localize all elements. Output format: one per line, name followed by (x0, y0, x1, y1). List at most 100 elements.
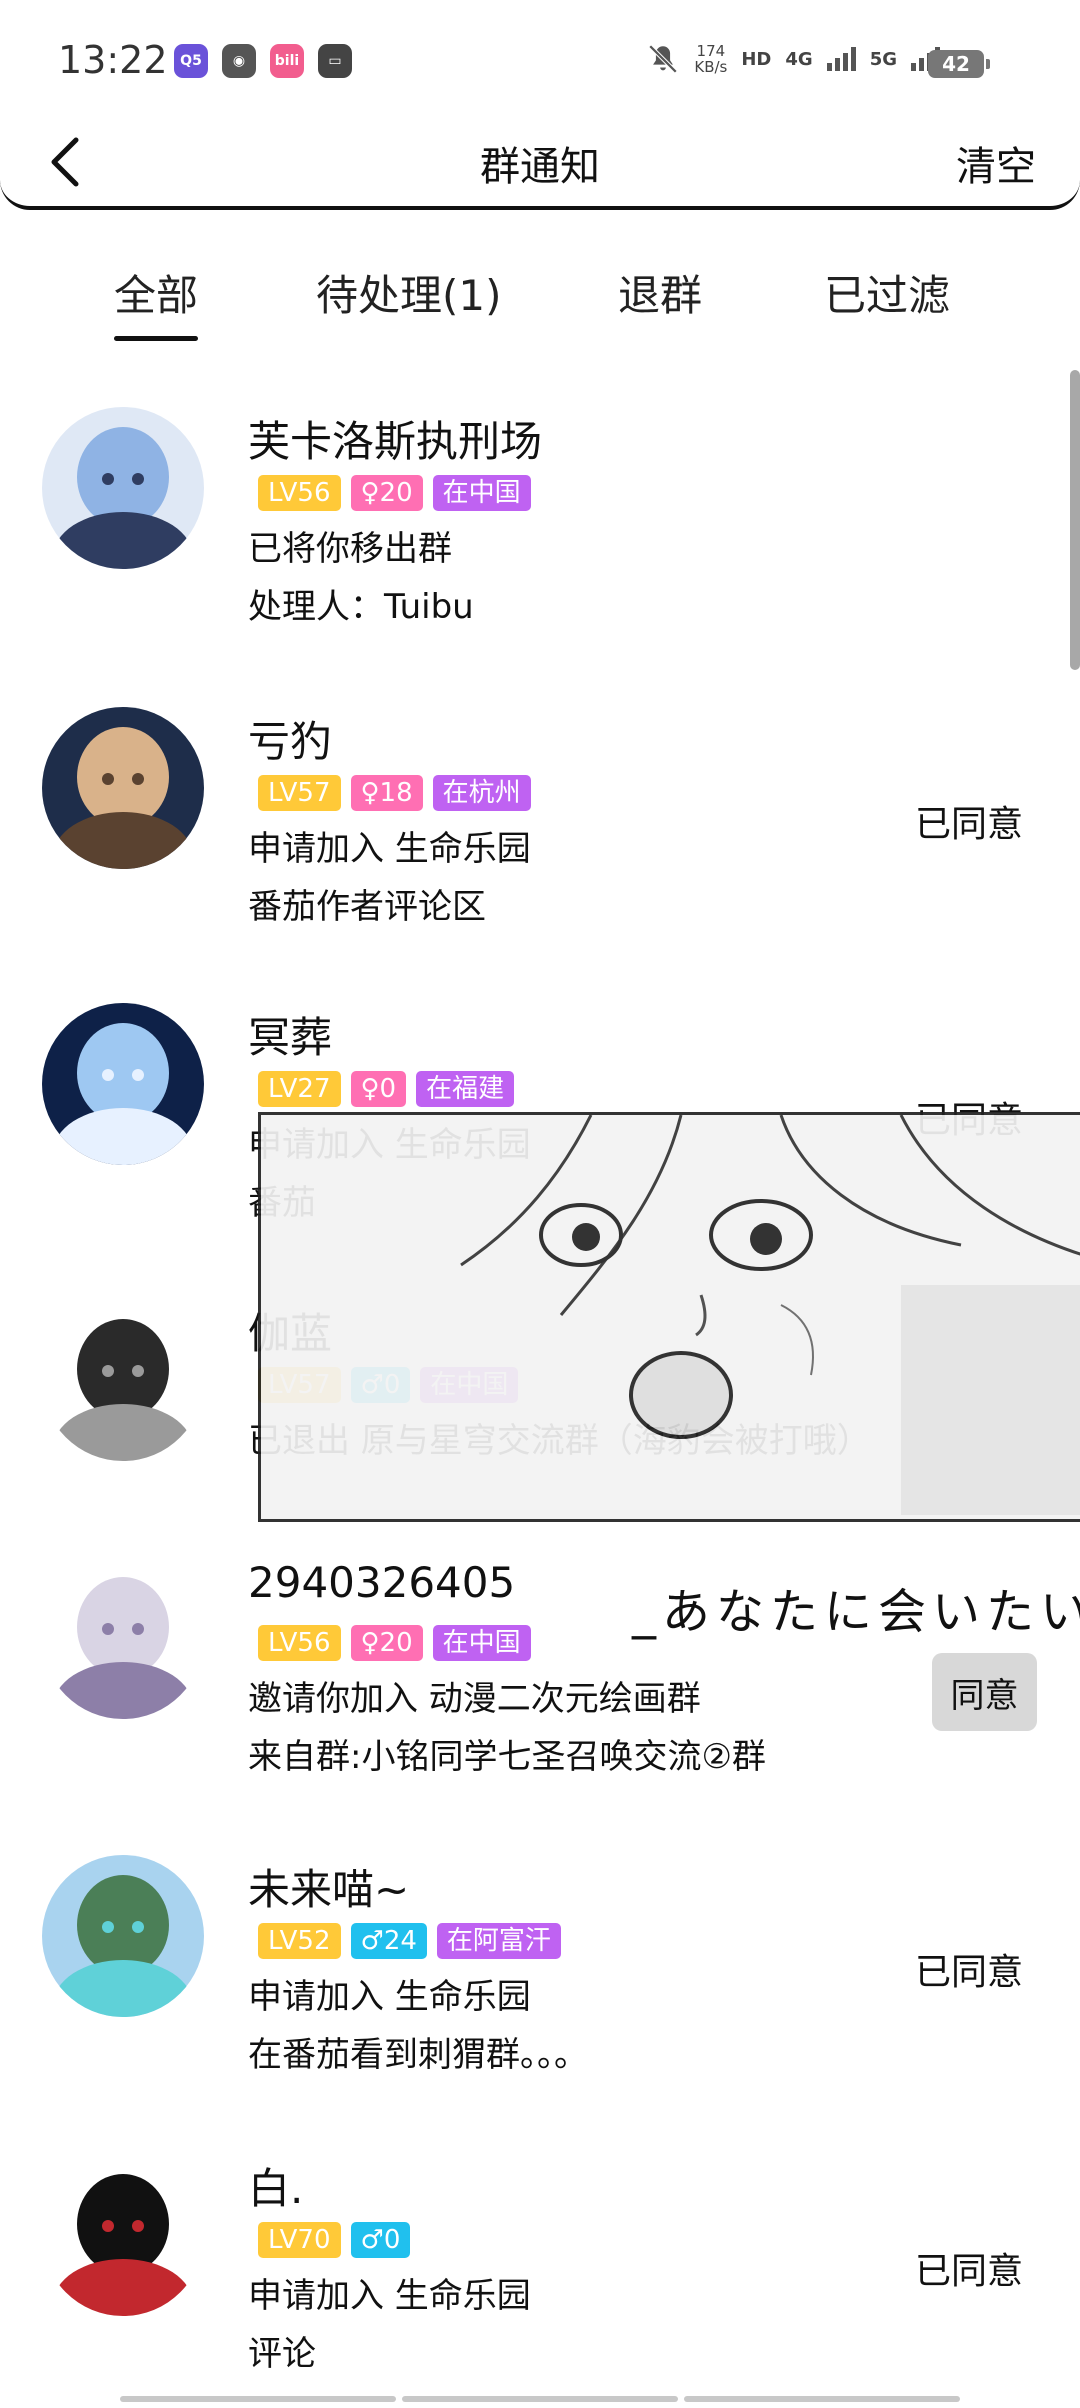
user-name[interactable]: 2940326405 (248, 1558, 515, 1607)
notification-detail: 评论 (248, 2334, 316, 2374)
avatar-image (42, 707, 204, 869)
level-badge: LV70 (258, 2222, 341, 2258)
tab-filtered[interactable]: 已过滤 (824, 262, 950, 323)
location-badge: 在中国 (432, 1625, 531, 1661)
level-badge: LV52 (258, 1923, 341, 1959)
user-tags: LV57 ♀18 在杭州 (258, 775, 531, 811)
status-time: 13:22 (58, 38, 168, 82)
notification-detail: 来自群:小铭同学七圣召唤交流②群 (248, 1737, 766, 1777)
notification-detail: 在番茄看到刺猬群。。。 (248, 2035, 588, 2075)
list-item[interactable]: 伽蓝 LV57 ♂0 在中国 已退出 原与星穹交流群（海豹会被打哦） (0, 1257, 1080, 1557)
notification-detail: 番茄作者评论区 (248, 887, 486, 927)
location-badge: 在中国 (420, 1367, 519, 1403)
gender-age-badge: ♂0 (350, 1367, 411, 1403)
tab-left-group[interactable]: 退群 (618, 262, 702, 323)
avatar[interactable] (42, 1003, 204, 1165)
avatar[interactable] (42, 1855, 204, 2017)
gender-age-badge: ♀20 (350, 1625, 423, 1661)
user-tags: LV52 ♂24 在阿富汗 (258, 1923, 561, 1959)
user-name[interactable]: 冥葬 (248, 1004, 332, 1065)
gender-age-badge: ♂0 (350, 2222, 411, 2258)
level-badge: LV56 (258, 1625, 341, 1661)
status-bar: 13:22 Q5 ◉ bili ▭ 174 KB/s HD 4G 5G 42 (0, 0, 1080, 120)
gender-age-badge: ♀0 (350, 1071, 407, 1107)
notification-text: 已将你移出群 (248, 529, 452, 569)
female-icon: ♀ (360, 478, 380, 508)
status-app-icons: Q5 ◉ bili ▭ (174, 44, 352, 78)
location-badge: 在阿富汗 (436, 1923, 561, 1959)
status-label: 已同意 (914, 1952, 1023, 1993)
avatar-image (42, 1855, 204, 2017)
level-badge: LV56 (258, 475, 341, 511)
compass-icon: ◉ (222, 44, 256, 78)
clear-button[interactable]: 清空 (956, 134, 1036, 192)
user-tags: LV27 ♀0 在福建 (258, 1071, 515, 1107)
avatar[interactable] (42, 1557, 204, 1719)
user-name[interactable]: 白. (248, 2155, 303, 2216)
gender-age-badge: ♂24 (350, 1923, 427, 1959)
user-tags: LV56 ♀20 在中国 (258, 1625, 531, 1661)
status-label: 已同意 (914, 804, 1023, 845)
bottom-progress-bars (120, 2396, 960, 2402)
avatar-image (42, 407, 204, 569)
user-tags: LV70 ♂0 (258, 2222, 411, 2258)
level-badge: LV57 (258, 775, 341, 811)
avatar-image (42, 1299, 204, 1461)
user-tags: LV56 ♀20 在中国 (258, 475, 531, 511)
status-indicators: 174 KB/s HD 4G 5G (646, 42, 940, 76)
location-badge: 在中国 (432, 475, 531, 511)
list-item[interactable]: 亏犳 LV57 ♀18 在杭州申请加入 生命乐园 番茄作者评论区 已同意 (0, 665, 1080, 965)
gender-age-badge: ♀20 (350, 475, 423, 511)
female-icon: ♀ (360, 1074, 380, 1104)
qq-icon: Q5 (174, 44, 208, 78)
status-label: 已同意 (914, 1100, 1023, 1141)
list-item[interactable]: 芙卡洛斯执刑场 LV56 ♀20 在中国已将你移出群 处理人：Tuibu (0, 365, 1080, 665)
notification-detail: 处理人：Tuibu (248, 587, 474, 627)
list-item[interactable]: 未来喵~ LV52 ♂24 在阿富汗申请加入 生命乐园在番茄看到刺猬群。。。 已同意 (0, 1813, 1080, 2113)
list-item[interactable]: 2940326405 LV56 ♀20 在中国邀请你加入 动漫二次元绘画群来自群:小铭… (0, 1515, 1080, 1815)
gender-age-badge: ♀18 (350, 775, 423, 811)
avatar-image (42, 1003, 204, 1165)
user-name[interactable]: 亏犳 (248, 708, 332, 769)
male-icon: ♂ (360, 1370, 384, 1400)
notification-text: 申请加入 生命乐园 (248, 1125, 531, 1165)
tab-all[interactable]: 全部 (114, 262, 199, 341)
level-badge: LV57 (258, 1367, 341, 1403)
male-icon: ♂ (360, 2225, 384, 2255)
location-badge: 在杭州 (432, 775, 531, 811)
notification-text: 邀请你加入 动漫二次元绘画群 (248, 1679, 701, 1719)
tab-pending[interactable]: 待处理(1) (316, 262, 502, 323)
user-name[interactable]: 伽蓝 (248, 1300, 332, 1361)
scrollbar[interactable] (1070, 370, 1080, 670)
mute-bell-icon (649, 44, 678, 74)
mail-icon: ▭ (318, 44, 352, 78)
avatar-image (42, 1557, 204, 1719)
notification-detail: 番茄 (248, 1183, 316, 1223)
page-title: 群通知 (480, 144, 600, 190)
avatar[interactable] (42, 707, 204, 869)
list-item[interactable]: 冥葬 LV27 ♀0 在福建申请加入 生命乐园 番茄 已同意 (0, 961, 1080, 1261)
avatar[interactable] (42, 2154, 204, 2316)
agree-button[interactable]: 同意 (932, 1653, 1037, 1731)
user-name[interactable]: 芙卡洛斯执刑场 (248, 408, 542, 469)
avatar[interactable] (42, 407, 204, 569)
female-icon: ♀ (360, 778, 380, 808)
notification-text: 申请加入 生命乐园 (248, 829, 531, 869)
signal-icon (826, 47, 856, 71)
male-icon: ♂ (360, 1926, 384, 1956)
avatar-image (42, 2154, 204, 2316)
network-speed: 174 KB/s (694, 42, 728, 76)
bilibili-icon: bili (270, 44, 304, 78)
notification-text: 申请加入 生命乐园 (248, 1977, 531, 2017)
status-label: 已同意 (914, 2251, 1023, 2292)
female-icon: ♀ (360, 1628, 380, 1658)
network-4g-label: 4G (785, 48, 813, 70)
tab-bar: 全部 待处理(1) 退群 已过滤 (0, 262, 1080, 341)
avatar[interactable] (42, 1299, 204, 1461)
list-item[interactable]: 白. LV70 ♂0 申请加入 生命乐园 评论 已同意 (0, 2112, 1080, 2408)
battery-icon: 42 (928, 50, 990, 78)
user-name[interactable]: 未来喵~ (248, 1856, 409, 1917)
notification-text: 申请加入 生命乐园 (248, 2276, 531, 2316)
top-app-bar: 群通知 清空 (0, 118, 1080, 210)
network-5g-label: 5G (869, 48, 897, 70)
